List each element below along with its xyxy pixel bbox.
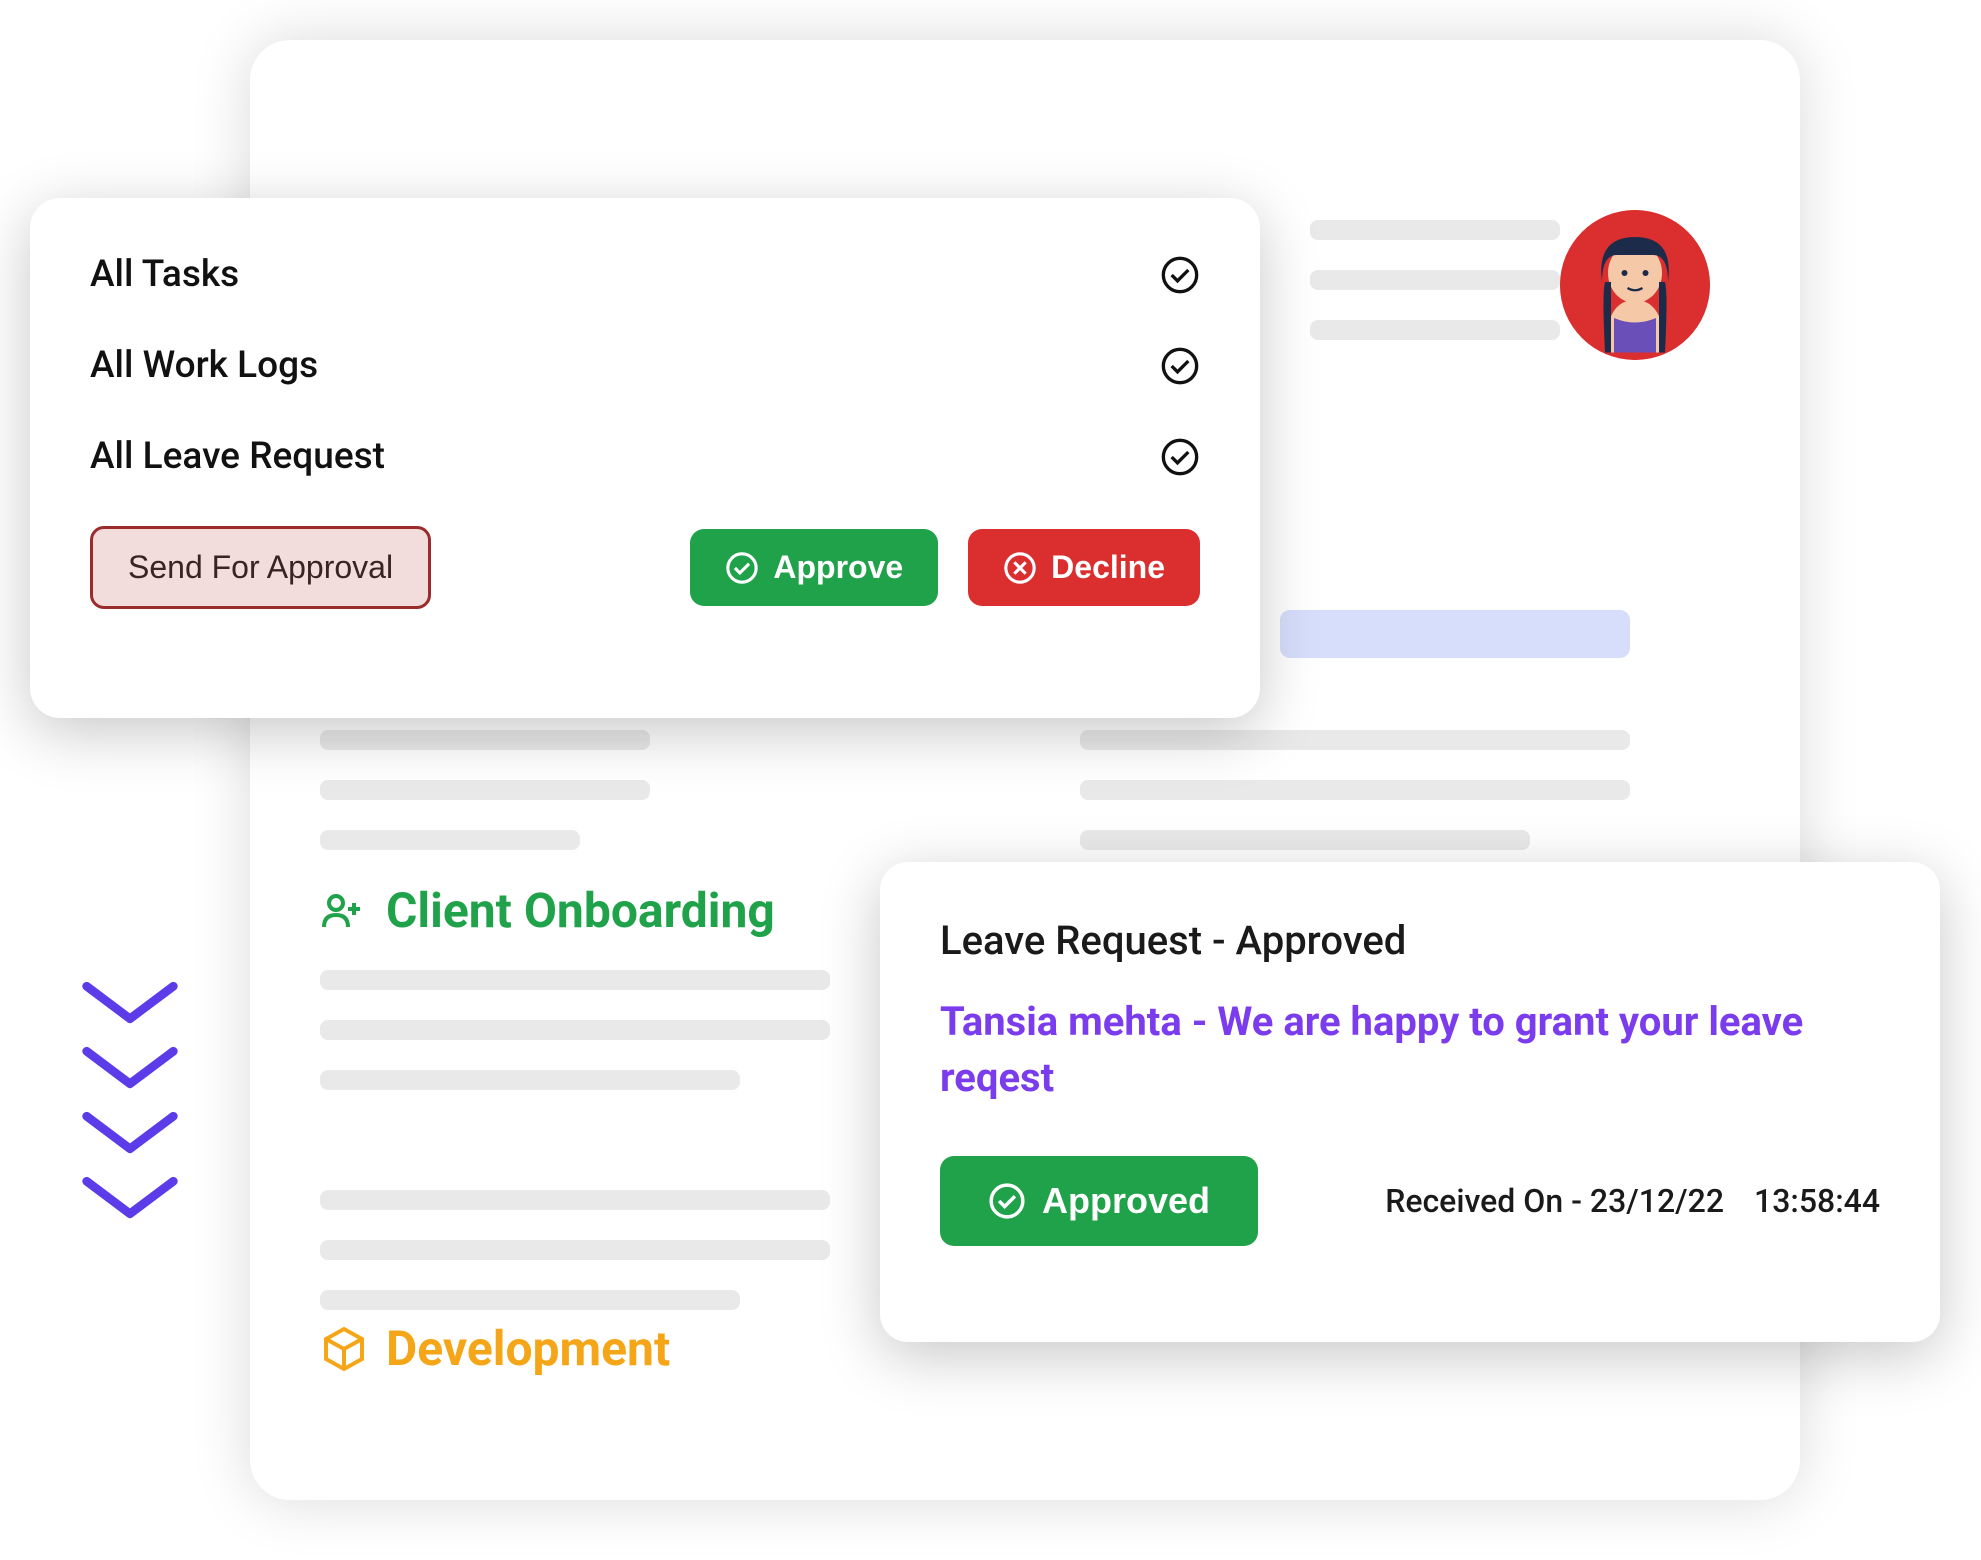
skeleton-line [1310,270,1560,290]
leave-title: Leave Request - Approved [940,917,1880,964]
skeleton-line [1080,830,1530,850]
skeleton-highlight [1280,610,1630,658]
approval-panel: All Tasks All Work Logs All Leave Reques… [30,198,1260,718]
skeleton-line [320,1240,830,1260]
section-client-onboarding: Client Onboarding [320,882,775,939]
check-circle-icon [1160,346,1200,386]
button-label: Approve [773,549,903,586]
chevron-stack-icon [75,970,185,1230]
received-date: 23/12/22 [1590,1182,1724,1220]
check-circle-icon [1160,437,1200,477]
people-icon [320,887,368,935]
skeleton-line [320,830,580,850]
skeleton-line [320,1070,740,1090]
x-circle-icon [1003,551,1037,585]
skeleton-line [320,1190,830,1210]
approval-item-tasks: All Tasks [90,253,1200,296]
chevron-down-icon [75,1165,185,1230]
skeleton-line [320,780,650,800]
decline-button[interactable]: Decline [968,529,1200,606]
avatar-illustration [1560,210,1710,360]
chevron-down-icon [75,1100,185,1165]
skeleton-line [1080,780,1630,800]
section-development: Development [320,1320,670,1377]
leave-message: Tansia mehta - We are happy to grant you… [940,994,1880,1106]
skeleton-line [320,1020,830,1040]
approved-badge-button[interactable]: Approved [940,1156,1258,1246]
approval-actions: Send For Approval Approve Decline [90,526,1200,609]
send-for-approval-button[interactable]: Send For Approval [90,526,431,609]
button-label: Decline [1051,549,1165,586]
received-prefix: Received On - [1385,1182,1590,1220]
button-label: Send For Approval [128,549,393,586]
section-label: Development [386,1320,670,1377]
received-on-text: Received On - 23/12/22 13:58:44 [1385,1182,1880,1220]
received-time: 13:58:44 [1754,1182,1880,1220]
approval-item-label: All Work Logs [90,344,318,387]
check-circle-icon [1160,255,1200,295]
skeleton-line [320,730,650,750]
check-circle-icon [988,1182,1026,1220]
approve-button[interactable]: Approve [690,529,938,606]
skeleton-line [1080,730,1630,750]
chevron-down-icon [75,1035,185,1100]
avatar[interactable] [1560,210,1710,360]
approval-item-worklogs: All Work Logs [90,344,1200,387]
skeleton-line [320,1290,740,1310]
approval-item-label: All Leave Request [90,435,385,478]
skeleton-line [1310,220,1560,240]
approval-item-leave: All Leave Request [90,435,1200,478]
check-circle-icon [725,551,759,585]
chevron-down-icon [75,970,185,1035]
section-label: Client Onboarding [386,882,775,939]
button-label: Approved [1042,1180,1210,1222]
leave-request-card: Leave Request - Approved Tansia mehta - … [880,862,1940,1342]
leave-footer: Approved Received On - 23/12/22 13:58:44 [940,1156,1880,1246]
skeleton-line [1310,320,1560,340]
approval-item-label: All Tasks [90,253,239,296]
skeleton-line [320,970,830,990]
cube-icon [320,1325,368,1373]
